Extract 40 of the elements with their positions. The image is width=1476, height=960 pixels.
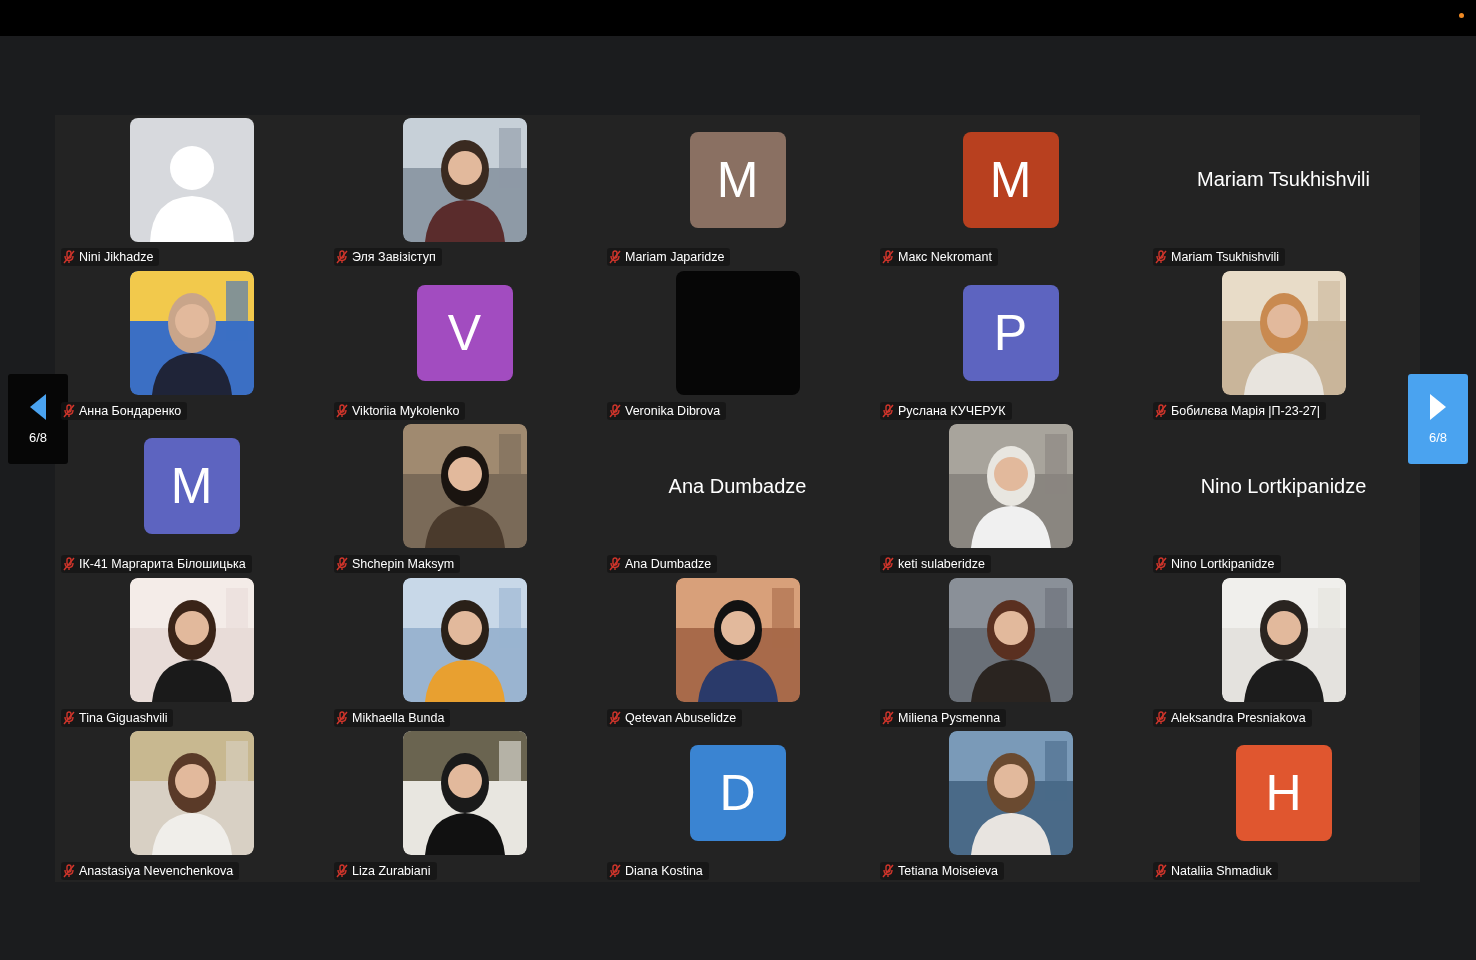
- participant-name-display: Mariam Tsukhishvili: [1197, 168, 1370, 192]
- participant-name: Shchepin Maksym: [352, 557, 455, 572]
- initial-avatar: P: [962, 285, 1059, 382]
- avatar-icon: [129, 117, 254, 242]
- right-arrow-icon: [1430, 393, 1446, 420]
- initial-avatar: H: [1235, 745, 1332, 842]
- participant-name: Nino Lortkipanidze: [1171, 557, 1275, 572]
- participant-name: Mariam Tsukhishvili: [1171, 250, 1280, 265]
- initial-avatar: M: [689, 131, 786, 228]
- participant-name: Nataliia Shmadiuk: [1171, 864, 1272, 878]
- previous-page-button[interactable]: 6/8: [8, 374, 68, 464]
- participant-name: Anastasiya Nevenchenkova: [79, 864, 234, 878]
- participant-name: keti sulaberidze: [898, 557, 985, 572]
- participant-name: Макс Nekromant: [898, 250, 992, 265]
- participant-name: Анна Бондаренко: [79, 403, 182, 418]
- participant-name: ІК-41 Маргарита Білошицька: [79, 557, 246, 572]
- initial-avatar: M: [962, 131, 1059, 228]
- participant-name: Aleksandra Presniakova: [1171, 710, 1306, 725]
- notification-dot: [1459, 13, 1464, 18]
- participant-name-display: Ana Dumbadze: [668, 475, 807, 498]
- participant-name: Veronika Dibrova: [625, 403, 721, 418]
- participant-name: Эля Завізіступ: [352, 250, 436, 265]
- participant-name: Mariam Japaridze: [625, 250, 725, 265]
- participant-name: Diana Kostina: [625, 864, 703, 878]
- initial-avatar: D: [689, 745, 786, 842]
- participant-name: Liza Zurabiani: [352, 864, 431, 878]
- participant-name: Miliena Pysmenna: [898, 710, 1001, 725]
- participant-name: Руслана КУЧЕРУК: [898, 403, 1006, 418]
- participant-name: Tetiana Moiseieva: [898, 864, 999, 878]
- participant-name: Бобилєва Марія |П-23-27|: [1171, 403, 1320, 418]
- left-arrow-icon: [30, 393, 46, 420]
- participant-name-display: Nino Lortkipanidze: [1200, 475, 1367, 498]
- participant-name: Mikhaella Bunda: [352, 710, 445, 725]
- participant-name: Tina Giguashvili: [79, 710, 168, 725]
- participant-name: Qetevan Abuselidze: [625, 710, 737, 725]
- initial-avatar: M: [143, 438, 240, 535]
- initial-avatar: V: [416, 285, 513, 382]
- participant-name: Ana Dumbadze: [625, 557, 712, 572]
- participant-name: Viktoriia Mykolenko: [352, 403, 460, 418]
- participant-name: Nini Jikhadze: [79, 250, 154, 265]
